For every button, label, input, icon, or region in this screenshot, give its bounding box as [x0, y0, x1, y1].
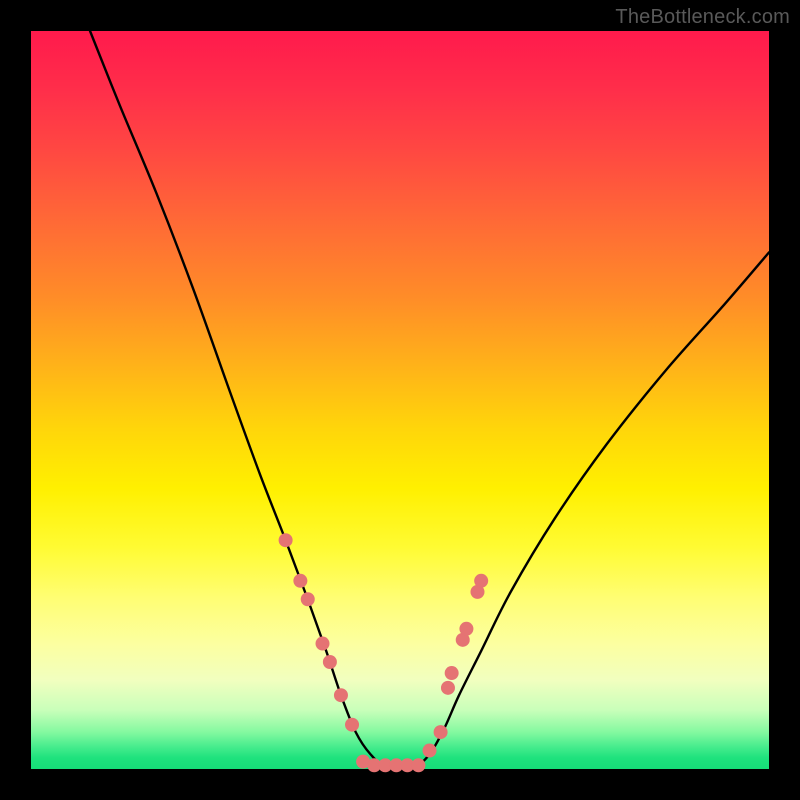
attribution-text: TheBottleneck.com — [615, 6, 790, 29]
marker-dot — [323, 655, 337, 669]
marker-dot — [411, 758, 425, 772]
highlight-dots — [279, 533, 489, 772]
marker-dot — [445, 666, 459, 680]
marker-dot — [459, 622, 473, 636]
marker-dot — [345, 718, 359, 732]
marker-dot — [293, 574, 307, 588]
marker-dot — [434, 725, 448, 739]
marker-dot — [279, 533, 293, 547]
outer-frame: TheBottleneck.com — [0, 0, 800, 800]
marker-dot — [301, 592, 315, 606]
marker-dot — [423, 744, 437, 758]
chart-overlay — [31, 31, 769, 769]
marker-dot — [316, 637, 330, 651]
marker-dot — [441, 681, 455, 695]
marker-dot — [334, 688, 348, 702]
marker-dot — [474, 574, 488, 588]
bottleneck-curve — [90, 31, 769, 767]
